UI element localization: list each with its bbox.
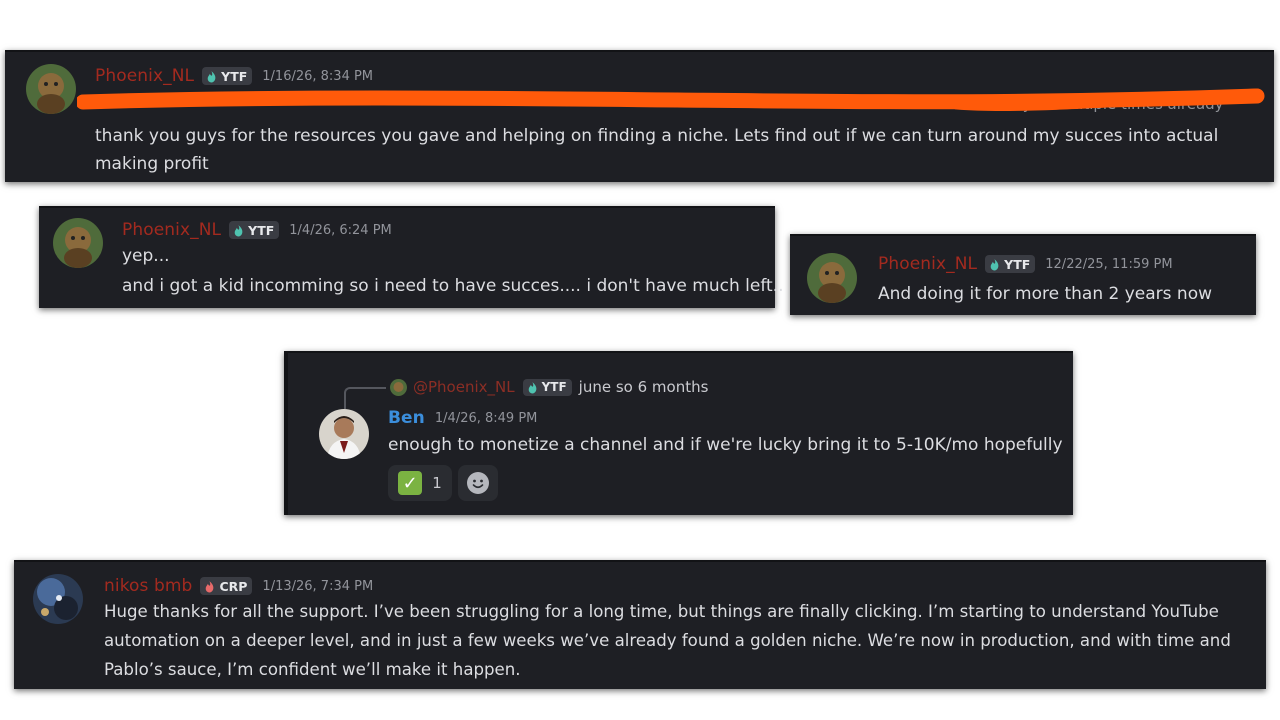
redaction-scribble	[77, 88, 1265, 112]
reply-reference[interactable]: @Phoenix_NL YTF june so 6 months	[390, 378, 708, 396]
message-text-line-2: automation on a deeper level, and in jus…	[104, 631, 1231, 650]
timestamp: 1/13/26, 7:34 PM	[262, 578, 374, 594]
message-text: And doing it for more than 2 years now	[878, 284, 1213, 304]
message-text-line-3: Pablo’s sauce, I’m confident we’ll make …	[104, 660, 521, 679]
add-reaction-button[interactable]	[458, 465, 498, 501]
role-tag[interactable]: CRP	[200, 577, 253, 595]
message-text-line-1: Huge thanks for all the support. I’ve be…	[104, 602, 1219, 621]
message-text: enough to monetize a channel and if we'r…	[388, 435, 1063, 455]
smiley-icon	[467, 472, 489, 494]
role-tag[interactable]: YTF	[229, 221, 280, 239]
avatar[interactable]	[319, 409, 369, 459]
flame-icon	[990, 258, 999, 270]
timestamp: 1/4/26, 6:24 PM	[289, 222, 392, 238]
message-card-1: Phoenix_NL YTF 1/16/26, 8:34 PM I told y…	[5, 50, 1274, 182]
message-card-2: Phoenix_NL YTF 1/4/26, 6:24 PM yep... an…	[39, 206, 784, 308]
username[interactable]: Phoenix_NL	[878, 254, 977, 274]
reply-avatar	[390, 378, 407, 396]
avatar[interactable]	[53, 218, 103, 268]
avatar[interactable]	[26, 64, 76, 114]
message-card-5: nikos bmb CRP 1/13/26, 7:34 PM Huge than…	[14, 560, 1266, 689]
message-text: thank you guys for the resources you gav…	[95, 126, 1219, 174]
flame-icon	[234, 224, 243, 236]
username[interactable]: nikos bmb	[104, 576, 192, 596]
timestamp: 1/16/26, 8:34 PM	[262, 68, 374, 84]
check-mark-icon: ✓	[398, 471, 423, 495]
reply-connector	[344, 387, 386, 409]
message-card-4: @Phoenix_NL YTF june so 6 months Ben 1/4…	[284, 351, 1073, 515]
role-tag[interactable]: YTF	[985, 255, 1036, 273]
reaction-count: 1	[432, 474, 442, 492]
message-text-line-1: yep...	[122, 246, 170, 266]
reply-username[interactable]: @Phoenix_NL	[413, 378, 515, 396]
username[interactable]: Ben	[388, 408, 425, 428]
avatar[interactable]	[33, 574, 83, 624]
timestamp: 1/4/26, 8:49 PM	[434, 410, 538, 426]
role-tag[interactable]: YTF	[202, 67, 253, 85]
reply-preview: june so 6 months	[578, 378, 709, 396]
reaction-check[interactable]: ✓ 1	[388, 465, 452, 501]
avatar[interactable]	[807, 253, 857, 303]
flame-icon	[528, 381, 536, 393]
message-card-3: Phoenix_NL YTF 12/22/25, 11:59 PM And do…	[790, 234, 1256, 315]
username[interactable]: Phoenix_NL	[95, 66, 194, 86]
flame-icon	[207, 70, 216, 82]
message-text-line-2: and i got a kid incomming so i need to h…	[122, 276, 784, 296]
role-tag[interactable]: YTF	[522, 378, 572, 396]
username[interactable]: Phoenix_NL	[122, 220, 221, 240]
timestamp: 12/22/25, 11:59 PM	[1045, 256, 1173, 272]
flame-icon	[206, 580, 214, 592]
